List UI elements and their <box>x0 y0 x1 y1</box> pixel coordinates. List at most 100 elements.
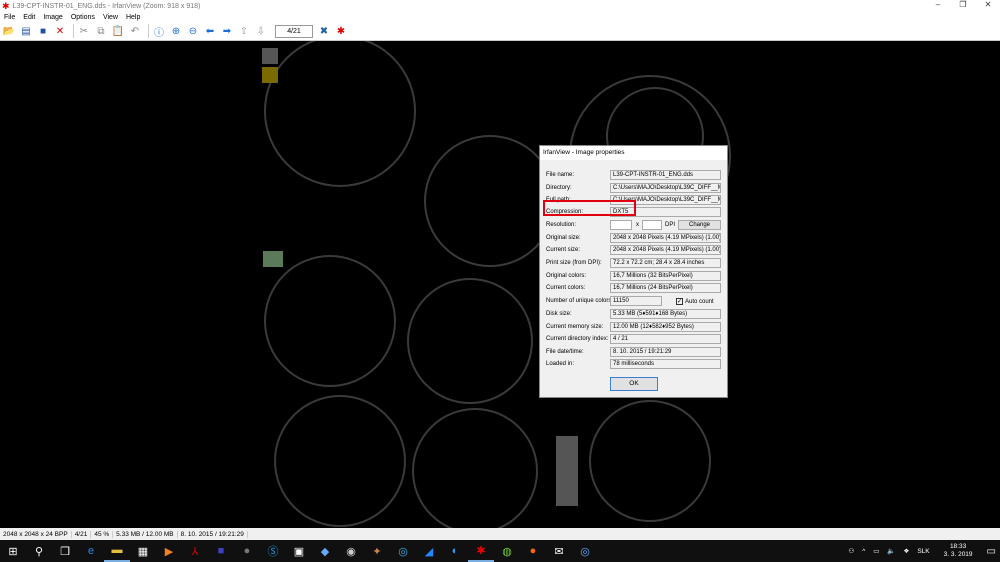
app-icon-1[interactable]: ■ <box>208 540 234 562</box>
ok-button[interactable]: OK <box>610 377 658 391</box>
paste-icon[interactable]: 📋 <box>111 24 125 38</box>
open-icon[interactable]: 📂 <box>2 24 16 38</box>
property-value: 8. 10. 2015 / 19:21:29 <box>610 347 721 357</box>
property-value: L39-CPT-INSTR-01_ENG.dds <box>610 170 721 180</box>
media-icon[interactable]: ▶ <box>156 540 182 562</box>
image-properties-dialog: IrfanView - Image properties File name: L… <box>539 145 728 398</box>
title-bar: ✱ L39-CPT-INSTR-01_ENG.dds - IrfanView (… <box>0 0 1000 12</box>
skype-icon[interactable]: Ⓢ <box>260 540 286 562</box>
menu-options[interactable]: Options <box>71 14 95 21</box>
delete-icon[interactable]: ✕ <box>53 24 67 38</box>
property-value: 4 / 21 <box>610 334 721 344</box>
language-indicator[interactable]: SLK <box>917 548 929 555</box>
app-icon-4[interactable]: ◆ <box>312 540 338 562</box>
zoom-out-icon[interactable]: ⊖ <box>186 24 200 38</box>
menu-help[interactable]: Help <box>126 14 140 21</box>
page-input[interactable]: 4/21 <box>275 24 313 38</box>
status-size: 5.33 MB / 12.00 MB <box>113 530 178 538</box>
property-label: Resolution: <box>546 222 577 228</box>
edge-icon[interactable]: e <box>78 540 104 562</box>
property-label: File date/time: <box>546 349 584 355</box>
app-icon-5[interactable]: ◉ <box>338 540 364 562</box>
page-down-icon[interactable]: ⇩ <box>254 24 268 38</box>
property-label: Original colors: <box>546 273 587 279</box>
cut-icon[interactable]: ✂ <box>77 24 91 38</box>
property-row: Current size: 2048 x 2048 Pixels (4.19 MP… <box>546 245 722 256</box>
page-up-icon[interactable]: ⇧ <box>237 24 251 38</box>
clock[interactable]: 18:33 3. 3. 2019 <box>944 543 973 559</box>
change-button[interactable]: Change <box>678 220 721 230</box>
app-icon-11[interactable]: ◎ <box>572 540 598 562</box>
status-image-info: 2048 x 2048 x 24 BPP <box>0 530 72 538</box>
property-label: Print size (from DPI): <box>546 260 602 266</box>
property-label: Current memory size: <box>546 324 604 330</box>
property-value: 5.33 MB (5♦591♦168 Bytes) <box>610 309 721 319</box>
notifications-icon[interactable]: ▭ <box>987 546 996 557</box>
menu-file[interactable]: File <box>4 14 15 21</box>
task-view-icon[interactable]: ❒ <box>52 540 78 562</box>
irfanview-icon[interactable]: ✱ <box>334 24 348 38</box>
undo-icon[interactable]: ↶ <box>128 24 142 38</box>
menu-edit[interactable]: Edit <box>23 14 35 21</box>
app-icon-3[interactable]: ▣ <box>286 540 312 562</box>
property-row: Original colors: 16,7 Millions (32 BitsPe… <box>546 271 722 282</box>
menu-view[interactable]: View <box>103 14 118 21</box>
property-row: Original size: 2048 x 2048 Pixels (4.19 M… <box>546 233 722 244</box>
property-value: 16,7 Millions (24 BitsPerPixel) <box>610 283 721 293</box>
dialog-title: IrfanView - Image properties <box>540 146 727 160</box>
file-explorer-icon[interactable]: ▬ <box>104 540 130 562</box>
save-icon[interactable]: ■ <box>36 24 50 38</box>
copy-icon[interactable]: ⧉ <box>94 24 108 38</box>
property-value: 78 milliseconds <box>610 359 721 369</box>
auto-count-checkbox[interactable]: ✓ Auto count <box>676 298 714 305</box>
previous-icon[interactable]: ⬅ <box>203 24 217 38</box>
start-icon[interactable]: ⊞ <box>0 540 26 562</box>
property-label: Number of unique colors: <box>546 298 614 304</box>
people-icon[interactable]: ⚇ <box>848 547 854 555</box>
property-label: Original size: <box>546 235 581 241</box>
property-value: 2048 x 2048 Pixels (4.19 MPixels) (1.00) <box>610 233 721 243</box>
dropbox-icon[interactable]: ❖ <box>904 547 910 555</box>
property-row: Current directory index: 4 / 21 <box>546 334 722 345</box>
property-value: C:\Users\MAJO\Desktop\L39C_DIFF__MA <box>610 183 721 193</box>
settings-icon[interactable]: ✖ <box>317 24 331 38</box>
next-icon[interactable]: ➡ <box>220 24 234 38</box>
network-icon[interactable]: ▭ <box>873 547 879 555</box>
acrobat-icon[interactable]: ⅄ <box>182 540 208 562</box>
property-row: Current colors: 16,7 Millions (24 BitsPer… <box>546 283 722 294</box>
property-row: Loaded in: 78 milliseconds <box>546 359 722 370</box>
property-label: Current colors: <box>546 285 586 291</box>
checkbox-icon[interactable]: ✓ <box>676 298 683 305</box>
search-icon[interactable]: ⚲ <box>26 540 52 562</box>
thumbnails-icon[interactable]: ▤ <box>19 24 33 38</box>
minimize-button[interactable]: – <box>926 0 950 9</box>
property-row: Directory: C:\Users\MAJO\Desktop\L39C_DIF… <box>546 183 722 194</box>
instrument-texture <box>262 35 731 534</box>
property-label: Disk size: <box>546 311 572 317</box>
property-label: Current directory index: <box>546 336 609 342</box>
app-icon-6[interactable]: ✦ <box>364 540 390 562</box>
app-icon-9[interactable]: ◐ <box>442 540 468 562</box>
resolution-y-input[interactable] <box>642 220 662 230</box>
close-button[interactable]: ✕ <box>976 0 1000 9</box>
image-viewer[interactable] <box>0 35 1000 534</box>
app-icon-10[interactable]: ◍ <box>494 540 520 562</box>
resolution-separator: x <box>636 222 639 228</box>
app-icon-7[interactable]: ◎ <box>390 540 416 562</box>
firefox-icon[interactable]: ● <box>520 540 546 562</box>
app-icon-8[interactable]: ◢ <box>416 540 442 562</box>
chevron-up-icon[interactable]: ^ <box>862 548 865 555</box>
zoom-in-icon[interactable]: ⊕ <box>169 24 183 38</box>
resolution-x-input[interactable] <box>610 220 632 230</box>
compression-highlight <box>543 200 636 216</box>
mail-icon[interactable]: ✉ <box>546 540 572 562</box>
menu-image[interactable]: Image <box>43 14 62 21</box>
irfanview-taskbar-icon[interactable]: ✱ <box>468 540 494 562</box>
info-icon[interactable]: ⓘ <box>152 24 166 39</box>
property-label: Loaded in: <box>546 361 575 367</box>
volume-icon[interactable]: 🔈 <box>887 547 895 555</box>
store-icon[interactable]: ▦ <box>130 540 156 562</box>
maximize-button[interactable]: ❐ <box>951 0 975 9</box>
system-tray: ⚇ ^ ▭ 🔈 ❖ SLK 18:33 3. 3. 2019 ▭ <box>844 540 1000 562</box>
app-icon-2[interactable]: ● <box>234 540 260 562</box>
